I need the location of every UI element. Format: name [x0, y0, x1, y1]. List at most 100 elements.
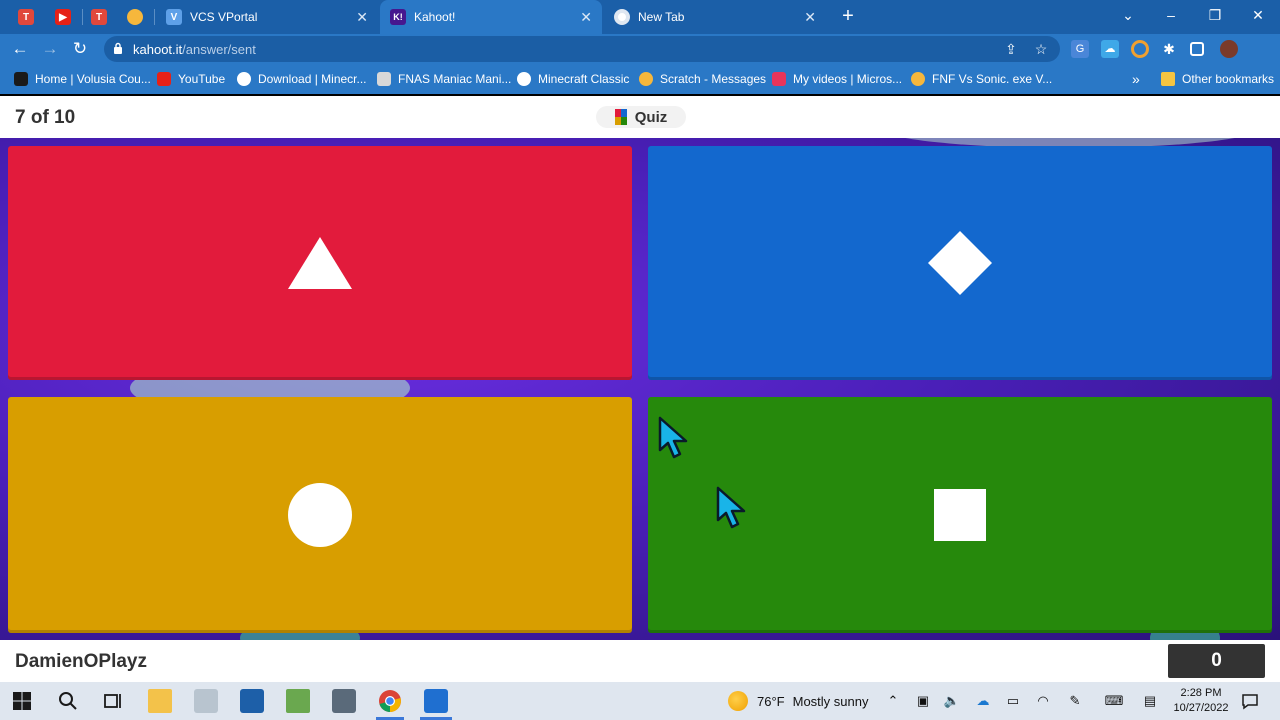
browser-toolbar: ← → ↻ kahoot.it/answer/sent ⇪ ☆ G ☁ ✱	[0, 34, 1280, 64]
close-icon[interactable]: ✕	[580, 9, 592, 26]
tab-title: New Tab	[638, 10, 685, 24]
mouse-cursor-icon	[658, 416, 688, 459]
battery-icon[interactable]: ▭	[1004, 692, 1022, 710]
bookmark-item[interactable]: FNF Vs Sonic. exe V...	[911, 71, 1052, 87]
answer-yellow-circle[interactable]	[8, 397, 632, 633]
bookmark-item[interactable]: Scratch - Messages	[639, 71, 766, 87]
quiz-icon	[614, 109, 627, 125]
file-explorer-icon[interactable]	[148, 689, 172, 713]
answer-blue-diamond[interactable]	[648, 146, 1272, 380]
keyboard-icon[interactable]: ⌨	[1102, 692, 1126, 710]
bookmark-star-icon[interactable]: ☆	[1032, 40, 1050, 58]
quiz-type-badge: Quiz	[596, 106, 686, 128]
calculator-icon[interactable]	[332, 689, 356, 713]
scratch-icon	[911, 72, 925, 86]
close-window-button[interactable]: ✕	[1238, 2, 1278, 28]
onedrive-icon[interactable]: ☁	[974, 692, 992, 710]
bookmark-label: My videos | Micros...	[793, 72, 903, 86]
scratch-icon	[127, 9, 143, 25]
whiteboard-icon[interactable]	[424, 689, 448, 713]
other-bookmarks-label: Other bookmarks	[1182, 72, 1275, 86]
url-text: kahoot.it/answer/sent	[133, 42, 256, 57]
kahoot-header: 7 of 10 Quiz	[0, 96, 1280, 138]
store-icon[interactable]	[240, 689, 264, 713]
folder-icon	[1161, 72, 1175, 86]
system-clock[interactable]: 2:28 PM 10/27/2022	[1172, 686, 1230, 716]
reload-button[interactable]: ↻	[68, 37, 92, 61]
tab-search-button[interactable]: ⌄	[1108, 2, 1148, 28]
laptop-icon	[377, 72, 391, 86]
share-icon[interactable]: ⇪	[1002, 40, 1020, 58]
bookmark-item[interactable]: FNAS Maniac Mani...	[377, 71, 511, 87]
bookmark-item[interactable]: Minecraft Classic	[517, 71, 629, 87]
extension-icon[interactable]	[1131, 40, 1149, 58]
tab-title: VCS VPortal	[190, 10, 258, 24]
square-icon	[934, 489, 986, 541]
minecraft-icon[interactable]	[286, 689, 310, 713]
bookmark-label: Minecraft Classic	[538, 72, 630, 86]
tab-pinned-tynker[interactable]: T	[8, 0, 44, 34]
tab-vcs-vportal[interactable]: V VCS VPortal ✕	[156, 0, 378, 34]
other-bookmarks[interactable]: Other bookmarks	[1161, 71, 1274, 87]
browser-tab-strip: T ▶ T V VCS VPortal ✕ K! Kahoot! ✕ New T…	[0, 0, 1280, 34]
mouse-cursor-icon	[716, 486, 746, 529]
notification-icon[interactable]	[1240, 691, 1260, 711]
bookmark-label: FNF Vs Sonic. exe V...	[932, 72, 1053, 86]
close-icon[interactable]: ✕	[804, 9, 816, 26]
new-tab-button[interactable]: +	[836, 4, 860, 28]
kahoot-icon: K!	[390, 9, 406, 25]
bookmark-item[interactable]: Download | Minecr...	[237, 71, 367, 87]
forward-button[interactable]: →	[38, 37, 62, 61]
vportal-icon: V	[166, 9, 182, 25]
weather-widget[interactable]: 76°F Mostly sunny	[728, 691, 868, 711]
lock-icon	[114, 42, 122, 54]
address-bar[interactable]: kahoot.it/answer/sent ⇪ ☆	[104, 36, 1060, 62]
profile-avatar[interactable]	[1220, 40, 1238, 58]
display-icon[interactable]: ▤	[1141, 692, 1159, 710]
youtube-icon: ▶	[55, 9, 71, 25]
bookmark-label: YouTube	[178, 72, 226, 86]
tab-new-tab[interactable]: New Tab ✕	[604, 0, 826, 34]
circle-icon	[288, 483, 352, 547]
chevron-up-icon[interactable]: ⌃	[884, 692, 902, 710]
kahoot-page: 7 of 10 Quiz DamienOPlayz 0	[0, 96, 1280, 682]
photos-icon[interactable]	[194, 689, 218, 713]
bookmarks-overflow-button[interactable]: »	[1132, 71, 1140, 87]
cloud-extension-icon[interactable]: ☁	[1101, 40, 1119, 58]
restore-button[interactable]: ❐	[1195, 2, 1235, 28]
globe-icon	[237, 72, 251, 86]
bookmark-label: Scratch - Messages	[660, 72, 767, 86]
clock-date: 10/27/2022	[1173, 702, 1229, 714]
tab-kahoot[interactable]: K! Kahoot! ✕	[380, 0, 602, 34]
volume-icon[interactable]: 🔈	[943, 692, 961, 710]
close-icon[interactable]: ✕	[356, 9, 368, 26]
bookmark-label: Download | Minecr...	[258, 72, 367, 86]
kahoot-footer: DamienOPlayz 0	[0, 640, 1280, 682]
tab-pinned-youtube[interactable]: ▶	[45, 0, 81, 34]
extensions-puzzle-icon[interactable]: ✱	[1160, 40, 1178, 58]
bookmark-item[interactable]: Home | Volusia Cou...	[14, 71, 151, 87]
bookmark-item[interactable]: My videos | Micros...	[772, 71, 902, 87]
task-view-icon[interactable]	[101, 689, 125, 713]
meet-icon[interactable]: ▣	[914, 692, 932, 710]
bookmark-label: Home | Volusia Cou...	[35, 72, 151, 86]
wifi-icon[interactable]: ◠	[1034, 692, 1052, 710]
pen-icon[interactable]: ✎	[1066, 692, 1084, 710]
search-icon[interactable]	[56, 689, 80, 713]
windows-start-icon[interactable]	[10, 689, 34, 713]
bookmark-label: FNAS Maniac Mani...	[398, 72, 512, 86]
tab-pinned-scratch[interactable]	[117, 0, 153, 34]
weather-condition: Mostly sunny	[792, 693, 869, 709]
tab-pinned-tynker-2[interactable]: T	[81, 0, 117, 34]
bookmark-favicon-icon	[14, 72, 28, 86]
translate-extension-icon[interactable]: G	[1071, 40, 1089, 58]
minimize-button[interactable]: –	[1151, 2, 1191, 28]
answer-red-triangle[interactable]	[8, 146, 632, 380]
side-panel-icon[interactable]	[1190, 42, 1204, 56]
bookmark-item[interactable]: YouTube	[157, 71, 225, 87]
back-button[interactable]: ←	[8, 37, 32, 61]
tab-title: Kahoot!	[414, 10, 456, 24]
youtube-icon	[157, 72, 171, 86]
score-display: 0	[1168, 644, 1265, 678]
chrome-icon[interactable]	[378, 689, 402, 713]
